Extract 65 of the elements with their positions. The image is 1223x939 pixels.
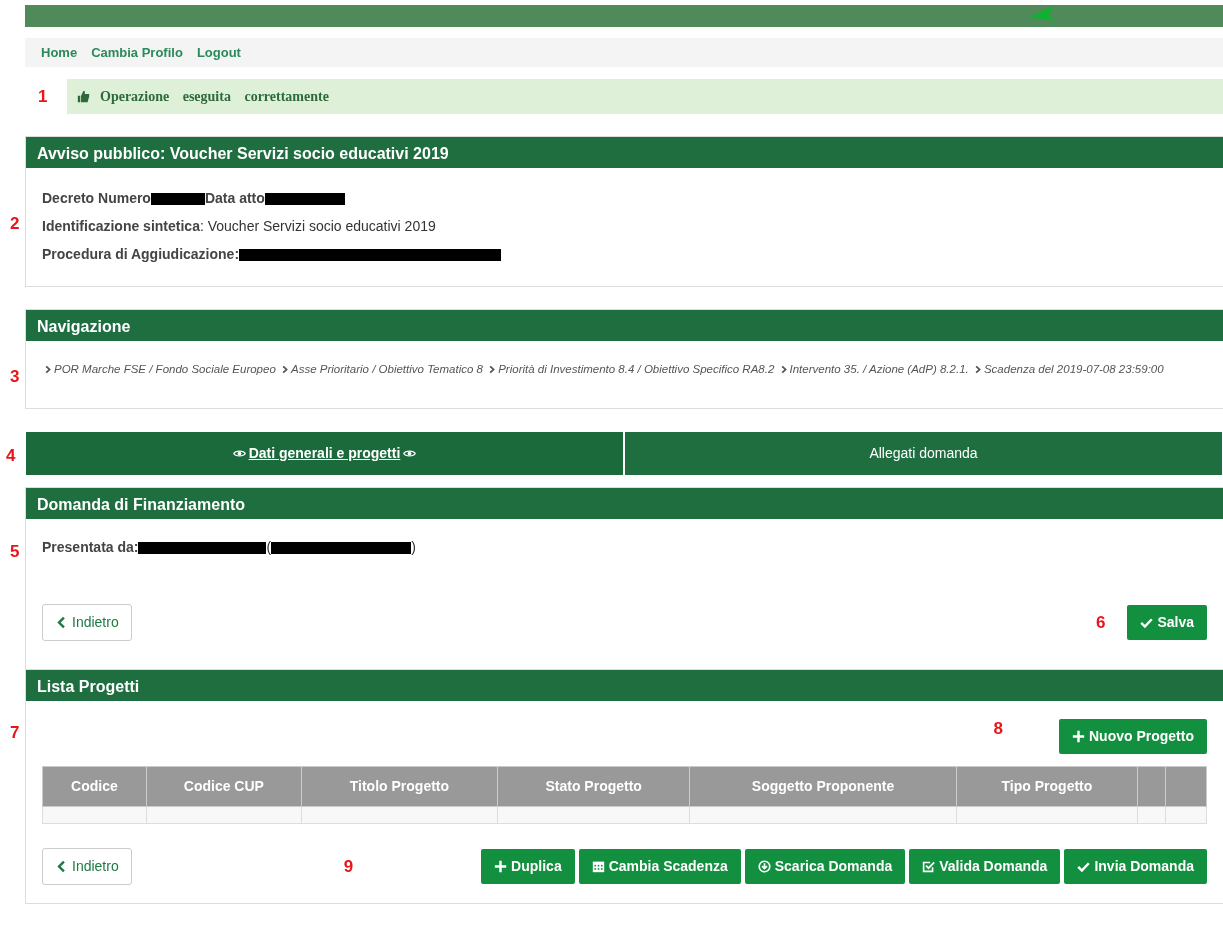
field-value: ( xyxy=(266,539,272,555)
breadcrumb-item[interactable]: POR Marche FSE / Fondo Sociale Europeo xyxy=(54,363,276,375)
column-header: Stato Progetto xyxy=(497,766,690,807)
action-button[interactable]: Cambia Scadenza xyxy=(578,849,741,884)
field-value: ) xyxy=(411,539,416,555)
alert-message: Operazione eseguita correttamente xyxy=(100,88,329,106)
tab[interactable]: Dati generali e progetti xyxy=(25,431,624,475)
annotation-number: 9 xyxy=(343,855,354,878)
column-header: Codice CUP xyxy=(146,766,302,807)
check-icon xyxy=(1077,860,1091,873)
chevron-right-icon xyxy=(281,365,289,374)
tab[interactable]: Allegati domanda xyxy=(624,431,1223,475)
annotation-number: 3 xyxy=(10,367,20,386)
action-button[interactable]: Invia Domanda xyxy=(1064,849,1207,884)
plus-icon xyxy=(494,860,508,873)
column-header: Soggetto Proponente xyxy=(689,766,957,807)
download-icon xyxy=(757,860,771,873)
panel-header: Lista Progetti xyxy=(26,670,1223,701)
annotation-number: 1 xyxy=(37,85,49,108)
field-label: Decreto Numero xyxy=(42,190,151,206)
annotation-number: 2 xyxy=(10,214,20,233)
chevron-right-icon xyxy=(973,365,982,374)
breadcrumb-item[interactable]: Intervento 35. / Azione (AdP) 8.2.1. xyxy=(789,363,969,375)
breadcrumb-item[interactable]: Priorità di Investimento 8.4 / Obiettivo Specifico RA8.2 xyxy=(498,363,775,375)
checkbox-icon xyxy=(922,860,936,873)
field-value: : Voucher Servizi socio educativi 2019 xyxy=(199,218,436,234)
column-header: Tipo Progetto xyxy=(956,766,1138,807)
panel-header: Domanda di Finanziamento xyxy=(26,488,1223,519)
column-header: Codice xyxy=(42,766,147,807)
chevron-right-icon xyxy=(44,365,52,374)
action-button[interactable]: Duplica xyxy=(481,849,575,884)
field-label: Procedura di Aggiudicazione: xyxy=(42,246,240,262)
column-header: Titolo Progetto xyxy=(301,766,498,807)
nav-link[interactable]: Logout xyxy=(196,42,241,63)
calendar-icon xyxy=(591,860,605,873)
panel-header: Navigazione xyxy=(26,310,1223,341)
nav-link[interactable]: Cambia Profilo xyxy=(91,42,183,63)
annotation-number: 4 xyxy=(6,446,16,465)
plus-icon xyxy=(1072,730,1085,743)
breadcrumb-item[interactable]: Asse Prioritario / Obiettivo Tematico 8 xyxy=(291,363,483,375)
back-button[interactable]: Indietro xyxy=(42,604,132,641)
eye-icon xyxy=(403,447,417,460)
field-label: Identificazione sintetica xyxy=(42,218,200,234)
action-button[interactable]: Scarica Domanda xyxy=(744,849,906,884)
chevron-left-icon xyxy=(55,860,68,873)
thumbs-up-icon xyxy=(77,90,90,103)
chevron-left-icon xyxy=(55,616,68,629)
redaction-bar xyxy=(150,193,205,206)
action-button[interactable]: Valida Domanda xyxy=(909,849,1061,884)
chevron-right-icon xyxy=(779,365,788,374)
chevron-right-icon xyxy=(488,365,497,374)
field-label: Data atto xyxy=(204,190,265,206)
back-button[interactable]: Indietro xyxy=(42,848,132,885)
panel-header: Avviso pubblico: Voucher Servizi socio educativi 2019 xyxy=(26,137,1223,168)
nav-link[interactable]: Home xyxy=(41,42,78,63)
annotation-number: 5 xyxy=(10,542,20,561)
field-label: Presentata da: xyxy=(42,539,139,555)
annotation-number: 8 xyxy=(993,717,1003,740)
breadcrumb-item[interactable]: Scadenza del 2019-07-08 23:59:00 xyxy=(983,363,1164,375)
save-button[interactable]: Salva xyxy=(1127,605,1207,640)
eye-icon xyxy=(232,447,246,460)
new-project-button[interactable]: Nuovo Progetto xyxy=(1059,719,1207,754)
annotation-number: 6 xyxy=(1095,611,1106,634)
check-icon xyxy=(1140,616,1154,629)
annotation-number: 7 xyxy=(10,723,20,742)
